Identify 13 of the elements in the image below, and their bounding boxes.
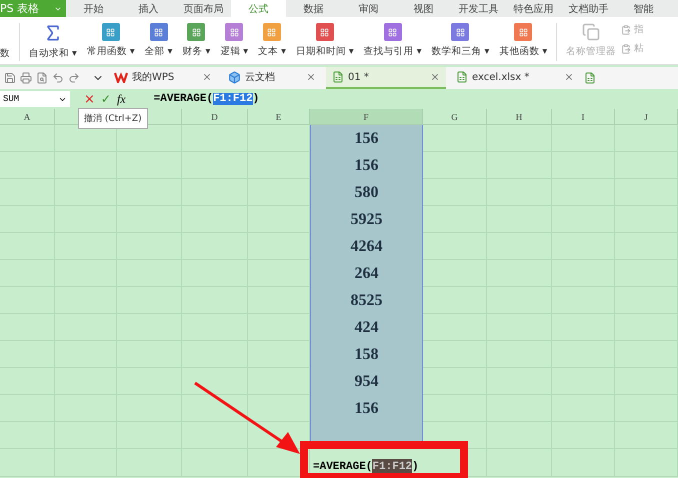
table-cell: 158	[310, 341, 423, 368]
table-cell: 954	[310, 368, 423, 395]
table-cell: 424	[310, 314, 423, 341]
table-cell: 156	[310, 395, 423, 422]
tooltip: 撤消 (Ctrl+Z)	[78, 108, 148, 129]
table-cell: 156	[310, 152, 423, 179]
table-cell: 4264	[310, 233, 423, 260]
table-cell: 580	[310, 179, 423, 206]
table-cell: 5925	[310, 206, 423, 233]
table-cell: 264	[310, 260, 423, 287]
ribbon-label: 数	[0, 47, 10, 60]
table-cell: 8525	[310, 287, 423, 314]
table-cell: 156	[310, 125, 423, 152]
